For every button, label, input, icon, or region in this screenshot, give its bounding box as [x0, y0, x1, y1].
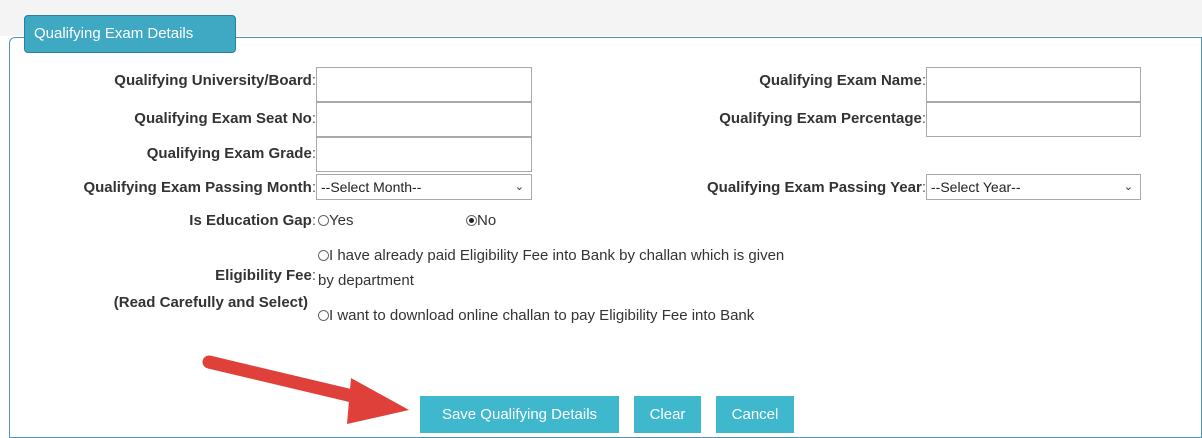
- passing-month-select[interactable]: --Select Month-- ⌄: [316, 174, 532, 200]
- percentage-input[interactable]: [926, 102, 1141, 137]
- eligibility-option-paid[interactable]: I have already paid Eligibility Fee into…: [318, 243, 784, 293]
- eligibility-fee-label: Eligibility Fee:: [215, 267, 316, 284]
- grade-input[interactable]: [316, 137, 532, 172]
- radio-unchecked-icon: [318, 215, 329, 226]
- save-qualifying-details-button[interactable]: Save Qualifying Details: [420, 396, 619, 433]
- radio-unchecked-icon: [318, 310, 329, 321]
- clear-button[interactable]: Clear: [634, 396, 701, 433]
- university-label: Qualifying University/Board:: [114, 72, 316, 89]
- eligibility-fee-note: (Read Carefully and Select): [113, 294, 308, 311]
- fieldset-legend: Qualifying Exam Details: [24, 15, 236, 53]
- radio-unchecked-icon: [318, 250, 329, 261]
- grade-label: Qualifying Exam Grade:: [146, 145, 316, 162]
- gap-no-radio[interactable]: No: [466, 212, 496, 229]
- passing-year-label: Qualifying Exam Passing Year:: [707, 179, 926, 196]
- radio-checked-icon: [466, 215, 477, 226]
- chevron-down-icon: ⌄: [1123, 181, 1133, 193]
- passing-month-label: Qualifying Exam Passing Month:: [83, 179, 316, 196]
- education-gap-label: Is Education Gap:: [189, 212, 316, 229]
- seat-no-label: Qualifying Exam Seat No:: [134, 110, 316, 127]
- seat-no-input[interactable]: [316, 102, 532, 137]
- university-input[interactable]: [316, 67, 532, 102]
- cancel-button[interactable]: Cancel: [716, 396, 794, 433]
- exam-name-label: Qualifying Exam Name:: [759, 72, 926, 89]
- percentage-label: Qualifying Exam Percentage:: [719, 110, 926, 127]
- eligibility-option-download[interactable]: I want to download online challan to pay…: [318, 303, 754, 328]
- chevron-down-icon: ⌄: [514, 181, 524, 193]
- passing-year-select[interactable]: --Select Year-- ⌄: [926, 174, 1141, 200]
- pointer-arrow-icon: [202, 355, 409, 424]
- exam-name-input[interactable]: [926, 67, 1141, 102]
- gap-yes-radio[interactable]: Yes: [318, 212, 353, 229]
